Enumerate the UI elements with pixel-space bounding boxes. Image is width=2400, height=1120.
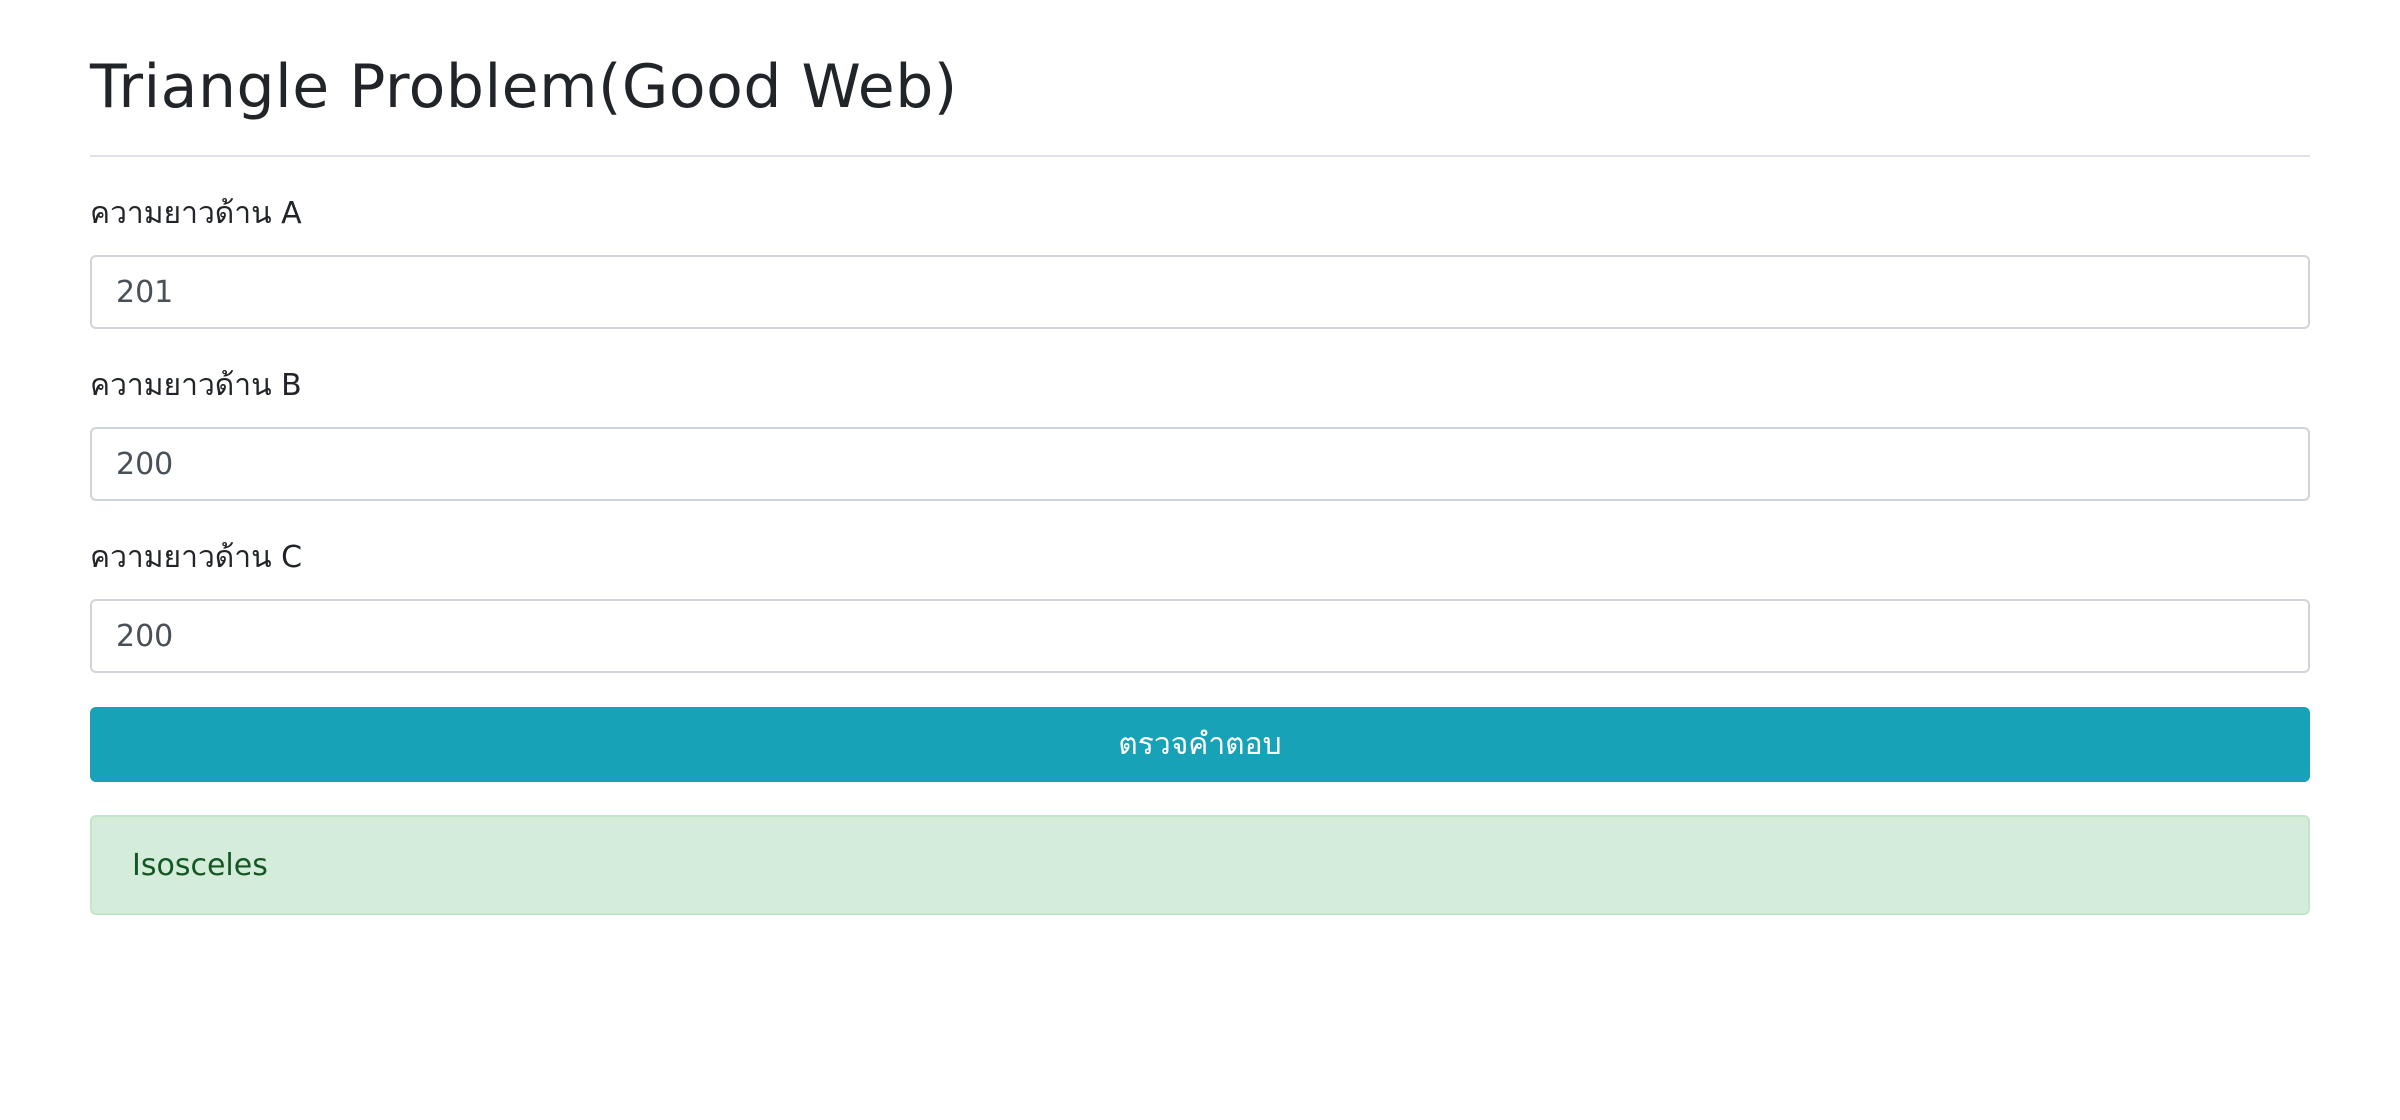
side-c-input[interactable] — [90, 599, 2310, 673]
side-a-input[interactable] — [90, 255, 2310, 329]
side-b-input[interactable] — [90, 427, 2310, 501]
result-alert: Isosceles — [90, 815, 2310, 915]
page-title: Triangle Problem(Good Web) — [90, 52, 958, 122]
side-c-label: ความยาวด้าน C — [90, 540, 303, 575]
side-b-label: ความยาวด้าน B — [90, 368, 302, 403]
title-divider — [90, 155, 2310, 157]
result-text: Isosceles — [132, 847, 268, 883]
main-container: Triangle Problem(Good Web) ความยาวด้าน A… — [90, 0, 2310, 915]
check-answer-button[interactable]: ตรวจคำตอบ — [90, 707, 2310, 782]
side-a-label: ความยาวด้าน A — [90, 196, 302, 231]
